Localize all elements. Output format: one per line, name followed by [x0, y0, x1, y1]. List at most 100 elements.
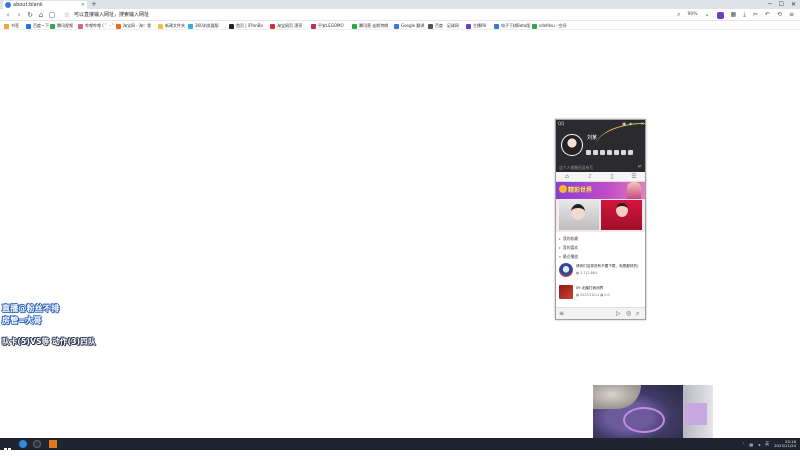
clock[interactable]: 20:16 2023/11/24 [774, 439, 796, 449]
bookmark-item[interactable]: 书签 [4, 21, 19, 29]
badge-icon[interactable] [628, 150, 633, 155]
minimize-icon[interactable]: ─ [635, 121, 637, 127]
bookmark-item[interactable]: 腾讯视频 [50, 21, 73, 29]
enter-icon[interactable]: ↵ [638, 164, 642, 170]
bookmark-label: 腾讯营 走斯特朗 [359, 23, 389, 28]
home-icon[interactable]: ⌂ [36, 10, 46, 20]
bookmark-item[interactable]: 百度一下 [26, 21, 49, 29]
banner-figure [627, 182, 641, 199]
bookmark-item[interactable]: 360浏览器版 [188, 21, 219, 29]
tab-music[interactable]: ♪ [587, 174, 593, 180]
promo-banner[interactable]: 精彩世界 ‹ › [556, 182, 645, 232]
obs-app-icon[interactable] [33, 440, 41, 448]
search-icon[interactable]: ⌕ [636, 310, 639, 317]
badge-icon[interactable] [593, 150, 598, 155]
close-icon[interactable]: ✕ [641, 121, 644, 127]
undo-icon[interactable]: ↶ [765, 10, 770, 20]
bookmark-item[interactable]: Google 翻译 [394, 21, 424, 29]
skin-icon[interactable]: ▣ [622, 121, 626, 127]
badge-icon[interactable] [607, 150, 612, 155]
download-icon[interactable]: ⤓ [743, 10, 746, 20]
history-icon[interactable]: ⟲ [777, 10, 782, 20]
volume-icon[interactable]: ◂ [758, 442, 760, 447]
bookmark-item[interactable]: 哔哩哔哩 ( ゜- ゜) [78, 21, 118, 29]
forward-icon[interactable]: › [14, 10, 24, 20]
player-tabs: ⌂ ♪ ▯ ☰ [556, 172, 645, 182]
window-controls: ─ ☐ ✕ [768, 0, 796, 9]
maximize-button[interactable]: ☐ [779, 0, 784, 9]
badge-icon[interactable] [614, 150, 619, 155]
reading-icon[interactable]: ▢ [47, 10, 57, 20]
ime-indicator[interactable]: 英 [765, 441, 769, 447]
menu-icon[interactable]: ≡ [559, 310, 564, 317]
grid-icon[interactable]: ▦ [731, 10, 737, 20]
bookmark-item[interactable]: 淘宝网 - 淘！我 [116, 21, 151, 29]
section-recent[interactable]: ▾ 最近播放 [559, 254, 578, 260]
chevron-left-icon[interactable]: ‹ [557, 209, 560, 217]
toolbar-right: ⌕ 90% ⌄ ▦ ⤓ ✂ ↶ ⟲ ≡ [677, 10, 794, 20]
url-input[interactable]: 可以直接输入网址，搜索输入网址 [74, 10, 684, 20]
bookmark-label: 书签 [11, 23, 19, 28]
extension-icon[interactable] [716, 11, 724, 19]
username[interactable]: 刘某 [587, 134, 597, 141]
bookmark-item[interactable]: 电子下棋Beta版 [494, 21, 530, 29]
signature-text[interactable]: 这个人很懒还没有写 [559, 165, 593, 171]
bookmark-item[interactable]: 平安LEGOMO [311, 21, 344, 29]
clock-date: 2023/11/24 [774, 443, 796, 448]
item-meta: ▦ 3,712,864 [576, 271, 597, 275]
search-icon[interactable]: ⌕ [677, 10, 680, 20]
minimize-button[interactable]: ─ [768, 0, 772, 9]
video-icon[interactable]: ▷ [616, 310, 621, 317]
heart-icon[interactable] [621, 150, 626, 155]
section-likes[interactable]: ▸ 我的喜欢 [559, 245, 578, 251]
banner-image-left[interactable] [559, 200, 599, 230]
new-tab-button[interactable]: + [91, 0, 97, 9]
section-favorites[interactable]: ▸ 我的收藏 [559, 236, 578, 242]
bookmark-item[interactable]: 新建文件夹 [158, 21, 185, 29]
back-icon[interactable]: ‹ [3, 10, 13, 20]
bookmark-label: 哔哩哔哩 ( ゜- ゜) [85, 23, 118, 28]
close-button[interactable]: ✕ [791, 0, 796, 9]
vip-icon[interactable] [586, 150, 591, 155]
list-item[interactable]: 请你们这样说有不要下载，电是都好的) ▦ 3,712,864 [559, 263, 643, 279]
bookmark-icon [428, 23, 433, 29]
tab-device[interactable]: ▯ [609, 174, 615, 180]
tab-list[interactable]: ☰ [631, 174, 637, 180]
list-item[interactable]: 09 北播打我闭界 ▦ 2023/10/11 ▦ 0.0 [559, 285, 643, 301]
bookmarks-bar: 书签 百度一下 腾讯视频 哔哩哔哩 ( ゜- ゜) 淘宝网 - 淘！我 新建文件… [0, 21, 800, 30]
bookmark-item[interactable]: 腾讯营 走斯特朗 [352, 21, 389, 29]
bookmark-item[interactable]: 主播P8 [466, 21, 486, 29]
tab-close-icon[interactable]: × [81, 1, 85, 9]
app-icon[interactable] [49, 440, 57, 448]
badge-icon[interactable] [600, 150, 605, 155]
zoom-level[interactable]: 90% [688, 10, 698, 20]
bookmark-icon [50, 23, 55, 29]
overlay-line-1: 直播@粉丝不排 [2, 304, 60, 313]
bookmark-item[interactable]: 百度 · 足球网 [428, 21, 459, 29]
avatar[interactable] [561, 134, 583, 156]
bookmark-item[interactable]: sdefdsu · 空间 [532, 21, 566, 29]
banner-image-right[interactable] [601, 200, 642, 230]
bookmark-item[interactable]: 首页 | iFfonBa [229, 21, 263, 29]
radio-icon[interactable]: ◎ [626, 310, 631, 317]
bookmark-label: 百度 · 足球网 [435, 23, 459, 28]
windows-start-icon[interactable] [4, 440, 11, 455]
bookmark-item[interactable]: 淘宝网页 漂亮 [270, 21, 302, 29]
webcam-feed [593, 385, 713, 438]
tab-home[interactable]: ⌂ [564, 174, 570, 180]
settings-icon[interactable]: ◈ [629, 121, 632, 127]
cut-icon[interactable]: ✂ [753, 10, 758, 20]
bookmark-icon [116, 23, 121, 29]
star-icon[interactable]: ☆ [62, 10, 72, 20]
tab-about-blank[interactable]: about:blank × [3, 1, 87, 9]
browser-app-icon[interactable] [19, 440, 27, 448]
menu-icon[interactable]: ≡ [789, 10, 794, 20]
banner-title: 精彩世界 [568, 187, 593, 194]
network-icon[interactable]: ▦ [749, 442, 753, 447]
caret-up-icon[interactable]: ˄ [742, 442, 744, 447]
refresh-icon[interactable]: ↻ [25, 10, 35, 20]
chevron-right-icon[interactable]: › [641, 209, 644, 217]
chevron-down-icon[interactable]: ⌄ [705, 10, 710, 20]
section-label: 最近播放 [562, 254, 579, 259]
album-thumbnail [559, 285, 573, 299]
